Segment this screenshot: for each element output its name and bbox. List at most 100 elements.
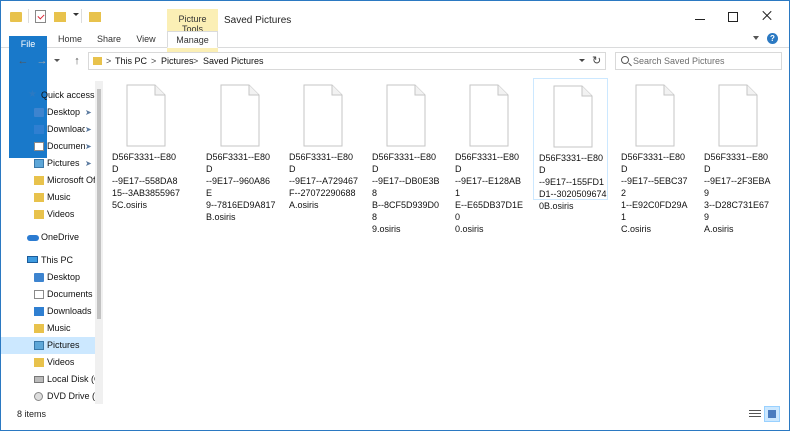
sidebar-item-downloads[interactable]: Downloads ➤ xyxy=(1,121,95,138)
onedrive-icon xyxy=(27,235,39,241)
blank-file-icon xyxy=(718,84,758,147)
sidebar-item-label: This PC xyxy=(41,255,74,265)
details-view-icon[interactable] xyxy=(749,408,761,420)
sidebar-item-music[interactable]: Music xyxy=(1,189,95,206)
search-input[interactable] xyxy=(633,53,773,69)
folder-icon xyxy=(89,12,101,22)
refresh-icon[interactable]: ↻ xyxy=(592,53,601,69)
navigation-bar: ← → ↑ > This PC > Pictures > Saved Pictu… xyxy=(1,49,789,73)
file-item[interactable]: D56F3331--E80D --9E17--960A86E 9--7816ED9A… xyxy=(201,78,276,222)
blank-file-icon xyxy=(635,84,675,147)
folder-icon xyxy=(34,108,44,117)
sidebar-item-label: Microsoft Office xyxy=(47,175,95,185)
search-box[interactable] xyxy=(615,52,782,70)
music-folder-icon xyxy=(34,193,44,202)
tab-view[interactable]: View xyxy=(129,31,163,48)
file-item[interactable]: D56F3331--E80D --9E17--A729467 F--27072290… xyxy=(284,78,359,210)
sidebar-item-pc-music[interactable]: Music xyxy=(1,320,95,337)
sidebar-item-dvd-drive[interactable]: DVD Drive (D:) xyxy=(1,388,95,404)
sidebar-item-label: Local Disk (C:) xyxy=(47,374,95,384)
folder-icon xyxy=(93,57,102,65)
breadcrumb-pictures[interactable]: Pictures xyxy=(161,53,194,69)
sidebar-item-label: Documents xyxy=(47,141,85,151)
sidebar-item-quick-access[interactable]: ★ Quick access xyxy=(1,87,95,104)
file-item[interactable]: D56F3331--E80D --9E17--558DA8 15--3AB38559… xyxy=(107,78,182,210)
breadcrumb-separator: > xyxy=(106,56,112,66)
documents-folder-icon xyxy=(34,142,44,151)
sidebar-item-documents[interactable]: Documents ➤ xyxy=(1,138,95,155)
file-item[interactable]: D56F3331--E80D --9E17--155FD1 D1--30205096… xyxy=(533,78,608,211)
pictures-folder-icon xyxy=(34,159,44,168)
close-button[interactable] xyxy=(751,1,784,31)
title-bar: Picture Tools Saved Pictures xyxy=(1,1,789,53)
drive-icon xyxy=(34,376,44,383)
folder-icon xyxy=(34,273,44,282)
chevron-down-icon[interactable] xyxy=(73,13,79,16)
tab-home[interactable]: Home xyxy=(51,31,89,48)
file-name: D56F3331--E80D --9E17--155FD1 D1--30205096… xyxy=(539,153,607,211)
status-bar: 8 items xyxy=(1,404,789,430)
pin-icon: ➤ xyxy=(85,108,92,117)
sidebar-scrollbar-thumb[interactable] xyxy=(97,89,101,319)
tab-share[interactable]: Share xyxy=(91,31,127,48)
sidebar-item-label: Downloads xyxy=(47,124,85,134)
forward-arrow-icon[interactable]: → xyxy=(36,55,48,67)
sidebar-item-microsoft-office[interactable]: Microsoft Office xyxy=(1,172,95,189)
large-icons-view-icon[interactable] xyxy=(764,406,780,422)
sidebar-item-label: Quick access xyxy=(41,90,95,100)
breadcrumb-saved-pictures[interactable]: Saved Pictures xyxy=(203,53,264,69)
blank-file-icon xyxy=(126,84,166,147)
chevron-down-icon[interactable] xyxy=(753,36,759,40)
sidebar-item-desktop[interactable]: Desktop ➤ xyxy=(1,104,95,121)
blank-file-icon xyxy=(303,84,343,147)
blank-file-icon xyxy=(220,84,260,147)
window-title: Saved Pictures xyxy=(224,15,292,26)
sidebar-item-pc-pictures[interactable]: Pictures xyxy=(1,337,95,354)
folder-icon xyxy=(34,176,44,185)
file-explorer-window: Picture Tools Saved Pictures File Home S… xyxy=(0,0,790,431)
address-bar[interactable]: > This PC > Pictures > Saved Pictures ↻ xyxy=(88,52,606,70)
new-folder-icon[interactable] xyxy=(54,12,66,22)
documents-folder-icon xyxy=(34,290,44,299)
pin-icon: ➤ xyxy=(85,159,92,168)
up-arrow-icon[interactable]: ↑ xyxy=(71,55,83,67)
sidebar-item-label: Videos xyxy=(47,209,75,219)
music-folder-icon xyxy=(34,324,44,333)
sidebar-item-onedrive[interactable]: OneDrive xyxy=(1,229,95,246)
maximize-button[interactable] xyxy=(717,1,750,31)
file-item[interactable]: D56F3331--E80D --9E17--2F3EBA9 3--D28C731E… xyxy=(699,78,774,234)
back-arrow-icon[interactable]: ← xyxy=(17,55,29,67)
sidebar-item-label: Music xyxy=(47,192,71,202)
blank-file-icon xyxy=(469,84,509,147)
sidebar-item-videos[interactable]: Videos xyxy=(1,206,95,223)
pictures-folder-icon xyxy=(34,341,44,350)
file-item[interactable]: D56F3331--E80D --9E17--5EBC372 1--E92C0FD2… xyxy=(616,78,691,234)
ribbon-tabs: File Home Share View Manage ? xyxy=(1,31,789,158)
pin-icon: ➤ xyxy=(85,142,92,151)
sidebar-item-this-pc[interactable]: This PC xyxy=(1,252,95,269)
file-name: D56F3331--E80D --9E17--960A86E 9--7816ED9A… xyxy=(206,152,276,222)
folder-icon xyxy=(10,12,22,22)
file-name: D56F3331--E80D --9E17--2F3EBA9 3--D28C731E… xyxy=(704,152,771,234)
recent-locations-icon[interactable] xyxy=(54,59,60,62)
tab-manage[interactable]: Manage xyxy=(167,31,218,48)
properties-icon[interactable] xyxy=(35,10,46,23)
sidebar-item-pc-videos[interactable]: Videos xyxy=(1,354,95,371)
sidebar-item-label: Desktop xyxy=(47,107,81,117)
minimize-button[interactable] xyxy=(684,1,717,31)
file-item[interactable]: D56F3331--E80D --9E17--E128AB1 E--E65DB37D… xyxy=(450,78,525,234)
sidebar-item-local-disk[interactable]: Local Disk (C:) xyxy=(1,371,95,388)
chevron-down-icon[interactable] xyxy=(579,59,585,62)
videos-folder-icon xyxy=(34,210,44,219)
breadcrumb-this-pc[interactable]: This PC xyxy=(115,53,147,69)
sidebar-item-label: Downloads xyxy=(47,306,92,316)
sidebar-item-pictures[interactable]: Pictures ➤ xyxy=(1,155,95,172)
sidebar-item-label: OneDrive xyxy=(41,232,80,242)
sidebar-item-pc-documents[interactable]: Documents xyxy=(1,286,95,303)
sidebar-item-pc-desktop[interactable]: Desktop xyxy=(1,269,95,286)
search-icon xyxy=(621,56,629,64)
file-item[interactable]: D56F3331--E80D --9E17--DB0E3B8 B--8CF5D939… xyxy=(367,78,442,234)
separator xyxy=(81,9,82,23)
help-icon[interactable]: ? xyxy=(767,33,778,44)
sidebar-item-pc-downloads[interactable]: Downloads xyxy=(1,303,95,320)
